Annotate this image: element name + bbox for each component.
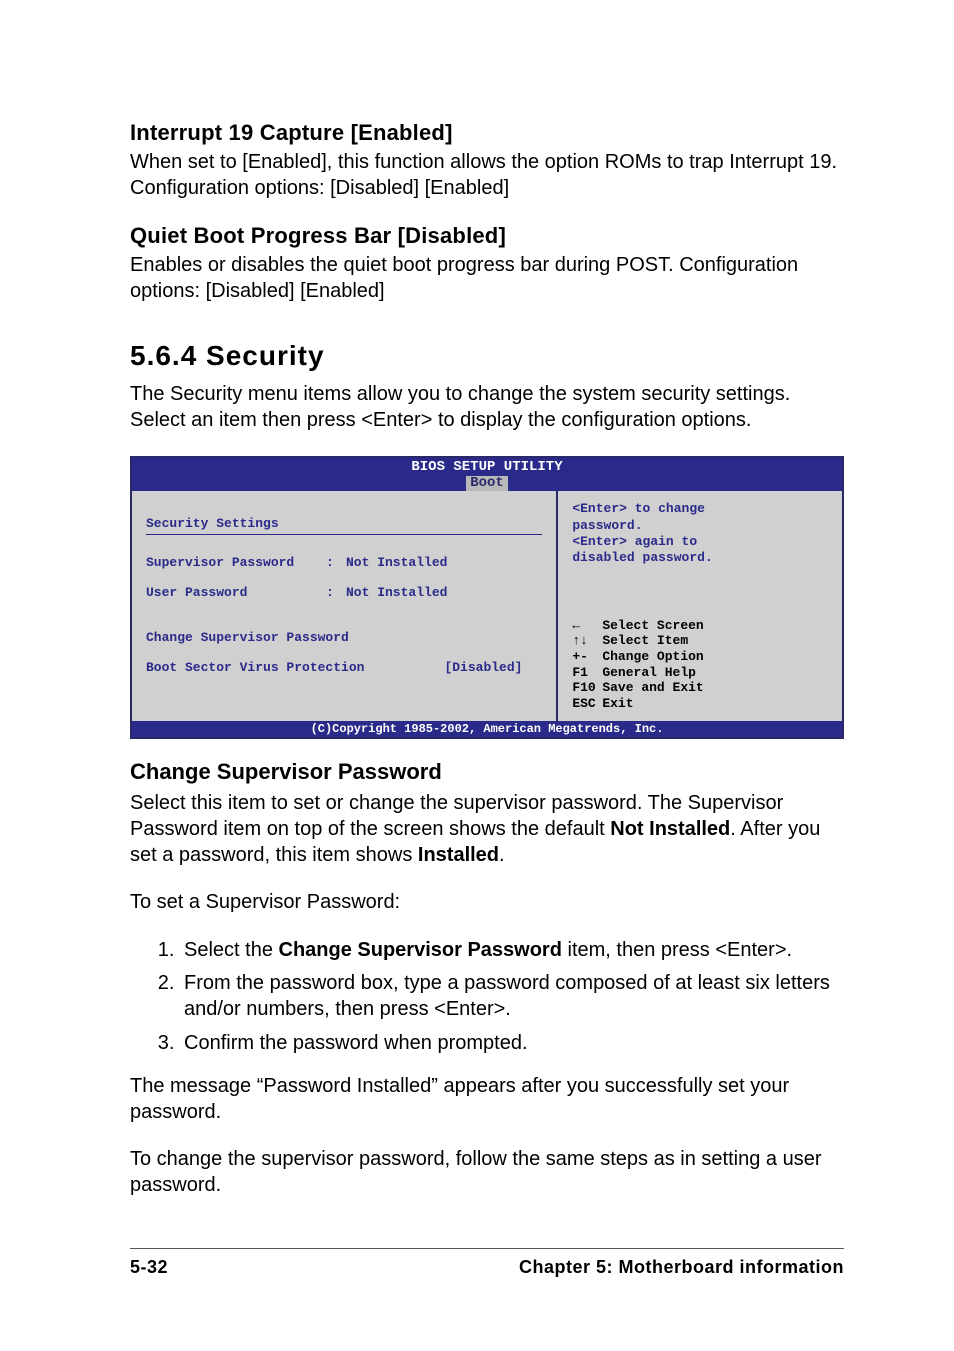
footer-chapter: Chapter 5: Motherboard information (519, 1257, 844, 1278)
csp-p1b: Not Installed (610, 818, 730, 840)
updown-arrow-icon: ↑↓ (572, 633, 602, 649)
heading-change-supervisor: Change Supervisor Password (130, 759, 844, 785)
bios-key-select-item: Select Item (602, 633, 828, 649)
step-1: Select the Change Supervisor Password it… (180, 938, 844, 964)
esc-key-icon: ESC (572, 696, 602, 712)
bios-titlebar: BIOS SETUP UTILITY Boot (132, 458, 842, 492)
step-2: From the password box, type a password c… (180, 971, 844, 1022)
s1a: Select the (184, 939, 279, 961)
heading-quiet-boot: Quiet Boot Progress Bar [Disabled] (130, 223, 844, 249)
bios-box: BIOS SETUP UTILITY Boot Security Setting… (130, 456, 844, 740)
bios-help-l4: disabled password. (572, 550, 828, 566)
bios-help-l2: password. (572, 518, 828, 534)
p-change-note: To change the supervisor password, follo… (130, 1147, 844, 1198)
bios-key-general-help: General Help (602, 665, 828, 681)
section-heading-security: 5.6.4 Security (130, 340, 844, 372)
bios-help-l1: <Enter> to change (572, 501, 828, 517)
bios-key-select-screen: Select Screen (602, 618, 828, 634)
body-quiet-boot: Enables or disables the quiet boot progr… (130, 253, 844, 304)
bios-security-heading: Security Settings (146, 516, 279, 531)
f1-key-icon: F1 (572, 665, 602, 681)
bios-key-save-exit: Save and Exit (602, 680, 828, 696)
section-intro: The Security menu items allow you to cha… (130, 382, 844, 433)
bios-row-supervisor-value: Not Installed (346, 555, 447, 570)
plusminus-icon: +- (572, 649, 602, 665)
csp-p1d: Installed (418, 844, 499, 866)
f10-key-icon: F10 (572, 680, 602, 696)
bios-row-user-value: Not Installed (346, 585, 447, 600)
bios-row-user-label: User Password (146, 585, 326, 600)
bios-key-exit: Exit (602, 696, 828, 712)
bios-row-supervisor-label: Supervisor Password (146, 555, 326, 570)
heading-interrupt19: Interrupt 19 Capture [Enabled] (130, 120, 844, 146)
bios-bsvp-value: [Disabled] (444, 660, 522, 675)
bios-help-l3: <Enter> again to (572, 534, 828, 550)
steps-list: Select the Change Supervisor Password it… (130, 938, 844, 1056)
bios-copyright: (C)Copyright 1985-2002, American Megatre… (132, 721, 842, 737)
page-footer: 5-32 Chapter 5: Motherboard information (130, 1248, 844, 1278)
p-change-supervisor-desc: Select this item to set or change the su… (130, 791, 844, 868)
bios-key-change-option: Change Option (602, 649, 828, 665)
left-arrow-icon: ← (572, 618, 602, 634)
step-3: Confirm the password when prompted. (180, 1031, 844, 1057)
s1c: item, then press <Enter>. (562, 939, 792, 961)
body-interrupt19: When set to [Enabled], this function all… (130, 150, 844, 201)
bios-left-panel: Security Settings Supervisor Password: N… (132, 491, 558, 721)
bios-change-supervisor-item: Change Supervisor Password (146, 630, 349, 645)
bios-bsvp-label: Boot Sector Virus Protection (146, 660, 364, 675)
p-after-set: The message “Password Installed” appears… (130, 1074, 844, 1125)
s1b: Change Supervisor Password (279, 939, 562, 961)
bios-title: BIOS SETUP UTILITY (132, 460, 842, 475)
footer-page-number: 5-32 (130, 1257, 168, 1278)
csp-p1e: . (499, 844, 505, 866)
bios-tab-boot: Boot (466, 476, 508, 491)
bios-key-legend: ←Select Screen ↑↓Select Item +-Change Op… (572, 618, 828, 712)
bios-right-panel: <Enter> to change password. <Enter> agai… (558, 491, 842, 721)
p-set-supervisor-lead: To set a Supervisor Password: (130, 890, 844, 916)
